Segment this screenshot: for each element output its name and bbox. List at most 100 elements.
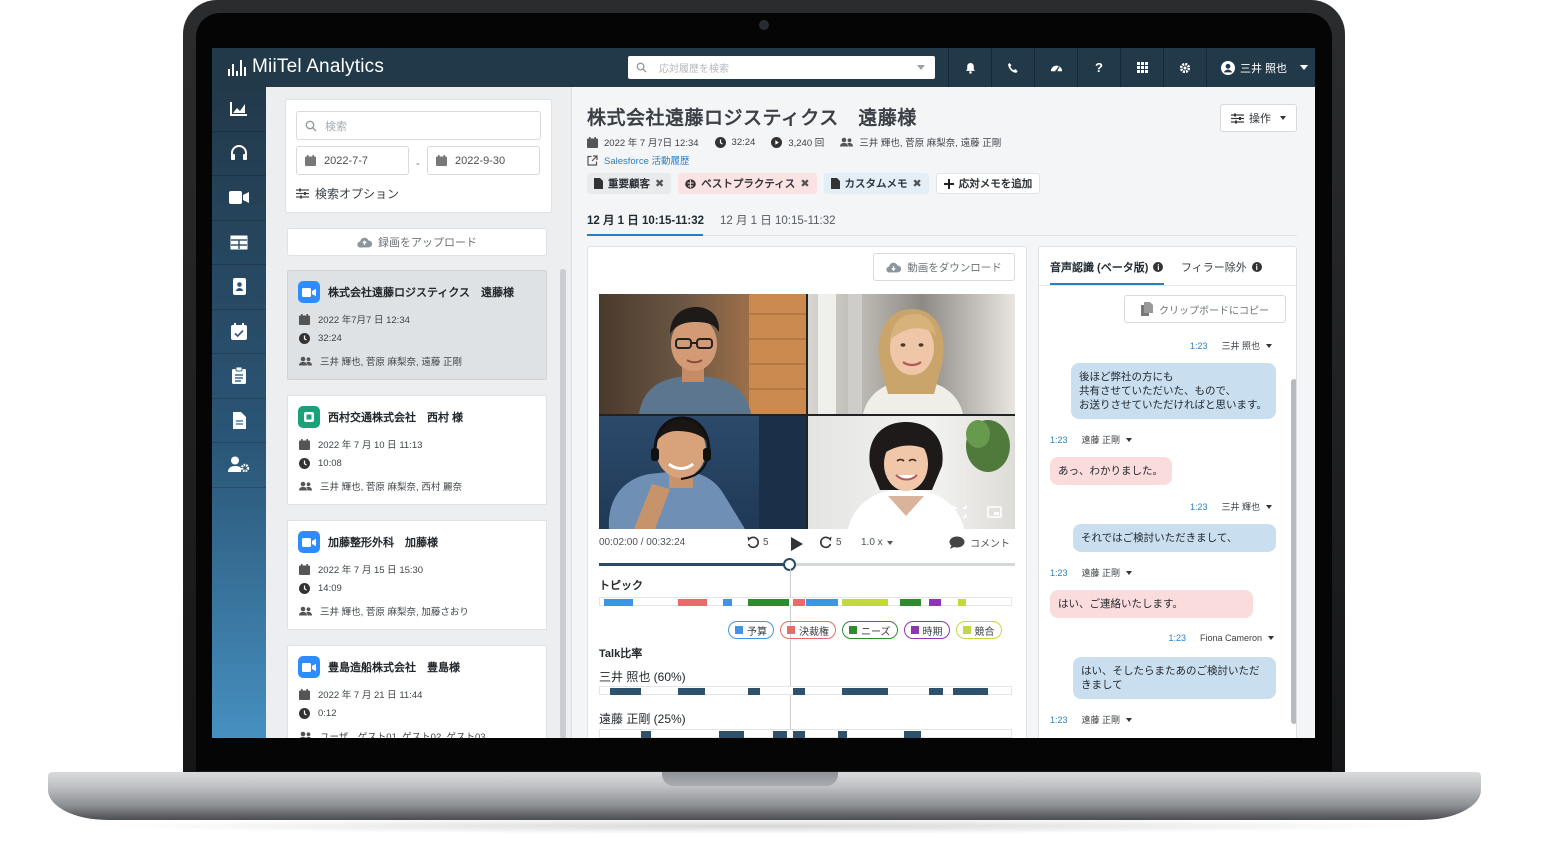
nav-analytics[interactable] — [212, 87, 266, 132]
user-menu[interactable]: 三井 照也 — [1206, 48, 1315, 87]
talk-segment[interactable] — [904, 731, 921, 738]
topic-segment[interactable] — [793, 599, 806, 606]
notifications-button[interactable] — [948, 48, 991, 87]
message-timestamp[interactable]: 1:23 — [1190, 502, 1208, 512]
nav-contacts[interactable] — [212, 265, 266, 310]
dashboard-button[interactable] — [1034, 48, 1077, 87]
talk-segment[interactable] — [793, 688, 806, 695]
recording-card[interactable]: 豊島造船株式会社 豊島様 2022 年 7 月 21 日 11:44 0:12 ユーザ… — [287, 645, 547, 738]
actions-dropdown-button[interactable]: 操作 — [1220, 104, 1297, 132]
message-timestamp[interactable]: 1:23 — [1050, 715, 1068, 725]
search-options-toggle[interactable]: 検索オプション — [296, 185, 399, 202]
topic-legend-item[interactable]: ニーズ — [842, 621, 898, 639]
nav-documents[interactable] — [212, 399, 266, 443]
topic-legend-item[interactable]: 時期 — [903, 621, 950, 639]
apps-button[interactable] — [1120, 48, 1163, 87]
talk-segment[interactable] — [838, 731, 847, 738]
skip-forward-button[interactable]: 5 — [819, 535, 842, 549]
message-speaker[interactable]: 三井 輝也 — [1221, 500, 1260, 513]
chevron-down-icon[interactable] — [1268, 636, 1274, 640]
topic-segment[interactable] — [604, 599, 633, 606]
topic-segment[interactable] — [723, 599, 732, 606]
message-speaker[interactable]: Fiona Cameron — [1200, 633, 1262, 643]
nav-tasks[interactable] — [212, 354, 266, 399]
speaker-1-timeline[interactable] — [599, 686, 1012, 695]
transcript-scrollbar[interactable] — [1291, 379, 1296, 724]
add-memo-button[interactable]: 応対メモを追加 — [935, 173, 1041, 194]
message-timestamp[interactable]: 1:23 — [1050, 568, 1068, 578]
remove-tag-icon[interactable]: ✖ — [913, 177, 922, 190]
talk-segment[interactable] — [793, 731, 806, 738]
talk-segment[interactable] — [610, 688, 642, 695]
message-timestamp[interactable]: 1:23 — [1190, 341, 1208, 351]
topic-timeline[interactable] — [599, 597, 1012, 606]
tab-filler-removal[interactable]: フィラー除外 i — [1181, 259, 1262, 275]
topic-segment[interactable] — [805, 599, 839, 606]
phone-button[interactable] — [991, 48, 1034, 87]
tab-speech-recognition[interactable]: 音声認識 (ベータ版) i — [1050, 259, 1164, 275]
message-timestamp[interactable]: 1:23 — [1168, 633, 1186, 643]
topic-segment[interactable] — [678, 599, 707, 606]
tag-chip[interactable]: ベストプラクティス ✖ — [678, 173, 817, 194]
upload-recording-button[interactable]: 録画をアップロード — [287, 228, 547, 256]
nav-user-settings[interactable] — [212, 443, 266, 488]
list-scrollbar-thumb[interactable] — [560, 269, 566, 738]
topic-legend-item[interactable]: 決裁権 — [780, 621, 836, 639]
copy-to-clipboard-button[interactable]: クリップボードにコピー — [1124, 295, 1286, 323]
talk-segment[interactable] — [842, 688, 888, 695]
remove-tag-icon[interactable]: ✖ — [800, 177, 809, 190]
skip-back-button[interactable]: 5 — [746, 535, 769, 549]
talk-segment[interactable] — [719, 731, 744, 738]
download-video-button[interactable]: 動画をダウンロード — [873, 253, 1015, 281]
video-player[interactable] — [599, 294, 1015, 529]
topic-segment[interactable] — [747, 599, 790, 606]
date-from-input[interactable]: 2022-7-7 — [296, 146, 409, 175]
comment-button[interactable]: コメント — [949, 535, 1010, 550]
nav-table[interactable] — [212, 221, 266, 265]
remove-tag-icon[interactable]: ✖ — [655, 177, 664, 190]
tag-chip[interactable]: 重要顧客 ✖ — [587, 173, 672, 194]
chevron-down-icon[interactable] — [1126, 570, 1133, 575]
date-to-input[interactable]: 2022-9-30 — [427, 146, 540, 175]
nav-video[interactable] — [212, 176, 266, 221]
salesforce-link[interactable]: Salesforce 活動履歴 — [587, 153, 690, 167]
settings-button[interactable] — [1163, 48, 1206, 87]
help-button[interactable]: ? — [1077, 48, 1120, 87]
topic-segment[interactable] — [900, 599, 921, 606]
topic-legend-item[interactable]: 競合 — [955, 621, 1002, 639]
talk-segment[interactable] — [772, 731, 787, 738]
message-speaker[interactable]: 遠藤 正剛 — [1082, 566, 1121, 579]
message-speaker[interactable]: 三井 照也 — [1221, 339, 1260, 352]
talk-segment[interactable] — [747, 688, 761, 695]
message-timestamp[interactable]: 1:23 — [1050, 435, 1068, 445]
chevron-down-icon[interactable] — [1266, 343, 1272, 348]
seek-bar[interactable] — [599, 558, 1015, 571]
speaker-2-timeline[interactable] — [599, 729, 1012, 738]
chevron-down-icon[interactable] — [1266, 504, 1272, 509]
topic-segment[interactable] — [957, 599, 966, 606]
talk-segment[interactable] — [928, 688, 944, 695]
app-logo[interactable]: MiiTel Analytics — [228, 56, 384, 78]
tab-session-1[interactable]: 12 月 1 日 10:15-11:32 — [587, 212, 704, 228]
playback-speed-select[interactable]: 1.0 x — [861, 537, 893, 548]
info-icon[interactable]: i — [1251, 262, 1262, 272]
talk-segment[interactable] — [953, 688, 989, 695]
global-search-select[interactable]: 応対履歴を検索 — [628, 56, 935, 79]
tab-session-2[interactable]: 12 月 1 日 10:15-11:32 — [720, 212, 836, 228]
nav-calendar[interactable] — [212, 310, 266, 354]
topic-segment[interactable] — [928, 599, 942, 606]
topic-legend-item[interactable]: 予算 — [728, 621, 774, 639]
topic-segment[interactable] — [842, 599, 888, 606]
message-speaker[interactable]: 遠藤 正剛 — [1082, 433, 1121, 446]
recording-card[interactable]: 西村交通株式会社 西村 様 2022 年 7 月 10 日 11:13 10:08 三… — [287, 395, 547, 505]
talk-segment[interactable] — [641, 731, 652, 738]
tag-chip[interactable]: カスタムメモ ✖ — [823, 173, 929, 194]
chevron-down-icon[interactable] — [1126, 437, 1133, 442]
play-button[interactable] — [791, 537, 803, 551]
chevron-down-icon[interactable] — [1126, 717, 1133, 722]
info-icon[interactable]: i — [1153, 262, 1164, 272]
recording-card[interactable]: 加藤整形外科 加藤様 2022 年 7 月 15 日 15:30 14:09 三井 輝… — [287, 520, 547, 630]
nav-calls[interactable] — [212, 132, 266, 176]
message-speaker[interactable]: 遠藤 正剛 — [1082, 713, 1121, 726]
recording-card[interactable]: 株式会社遠藤ロジスティクス 遠藤様 2022 年7月7 日 12:34 32:24 三… — [287, 270, 547, 380]
